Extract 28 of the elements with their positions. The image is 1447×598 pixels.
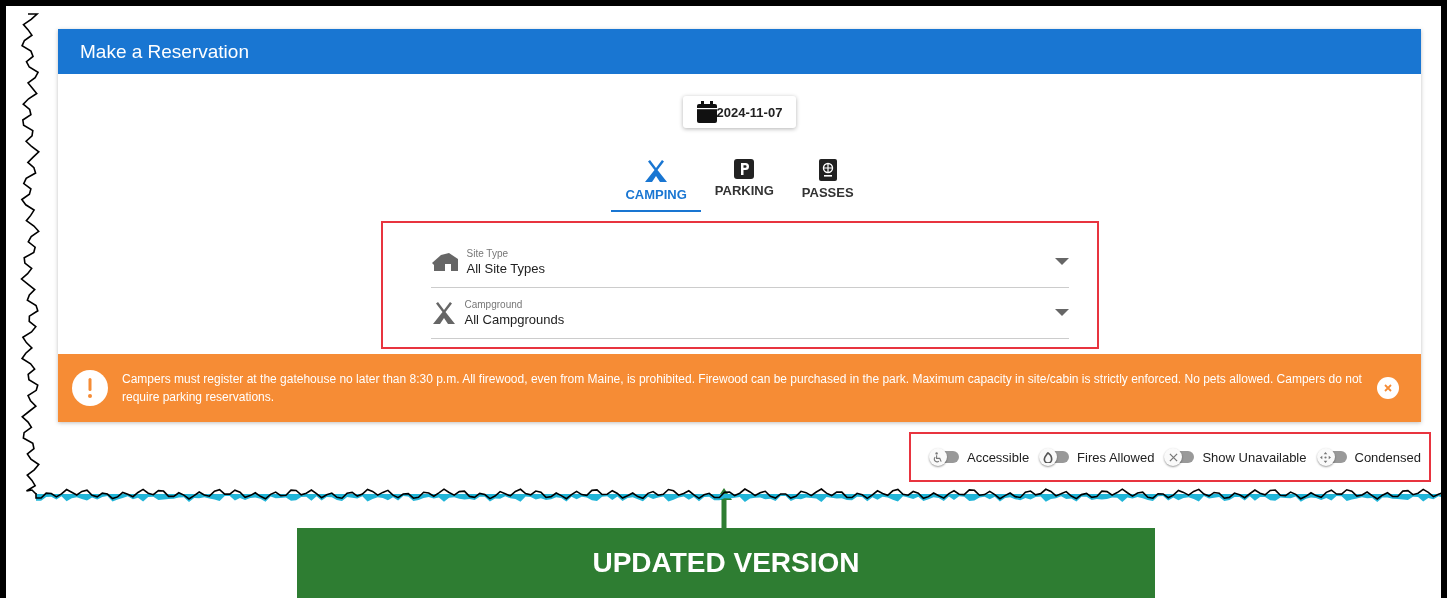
toggle-switch[interactable] xyxy=(1320,451,1347,463)
close-icon xyxy=(1384,384,1392,392)
toggle-switch[interactable] xyxy=(932,451,959,463)
select-field[interactable]: Site Type All Site Types xyxy=(430,237,1069,288)
wheelchair-icon xyxy=(932,451,944,463)
alert-message: Campers must register at the gatehouse no later than 8:30 p.m. All firewood, even from Maine, is prohibited. Firewood can be purchased in the park. Maximum capacity in site/cabin is strictly enforced. No pets allowed. Campers do not require parking reservations. xyxy=(122,371,1363,406)
cross-icon xyxy=(1168,452,1178,462)
tab[interactable]: CAMPING xyxy=(611,155,701,212)
calendar-icon xyxy=(696,101,717,123)
caret-icon xyxy=(1054,309,1069,317)
date-button[interactable]: 2024-11-07 xyxy=(682,96,797,128)
caret-icon xyxy=(1054,258,1069,266)
toggle-label: Show Unavailable xyxy=(1202,449,1307,465)
cabin-icon xyxy=(430,251,459,273)
card-title: Make a Reservation xyxy=(80,40,249,63)
passport-icon xyxy=(818,159,837,181)
annotation-banner: UPDATED VERSION xyxy=(297,528,1155,598)
toggle-label: Condensed xyxy=(1354,449,1421,465)
toggle-label: Accessible xyxy=(966,449,1030,465)
parking-icon xyxy=(734,159,755,179)
toggle-label: Fires Allowed xyxy=(1077,449,1155,465)
close-button[interactable] xyxy=(1377,377,1399,399)
move-arrows-icon xyxy=(1320,451,1331,463)
fire-icon xyxy=(1043,451,1054,463)
warning-icon xyxy=(72,370,108,406)
tab[interactable]: PASSES xyxy=(787,155,868,212)
select-field[interactable]: Campground All Campgrounds xyxy=(430,288,1069,339)
tab[interactable]: PARKING xyxy=(700,155,788,212)
